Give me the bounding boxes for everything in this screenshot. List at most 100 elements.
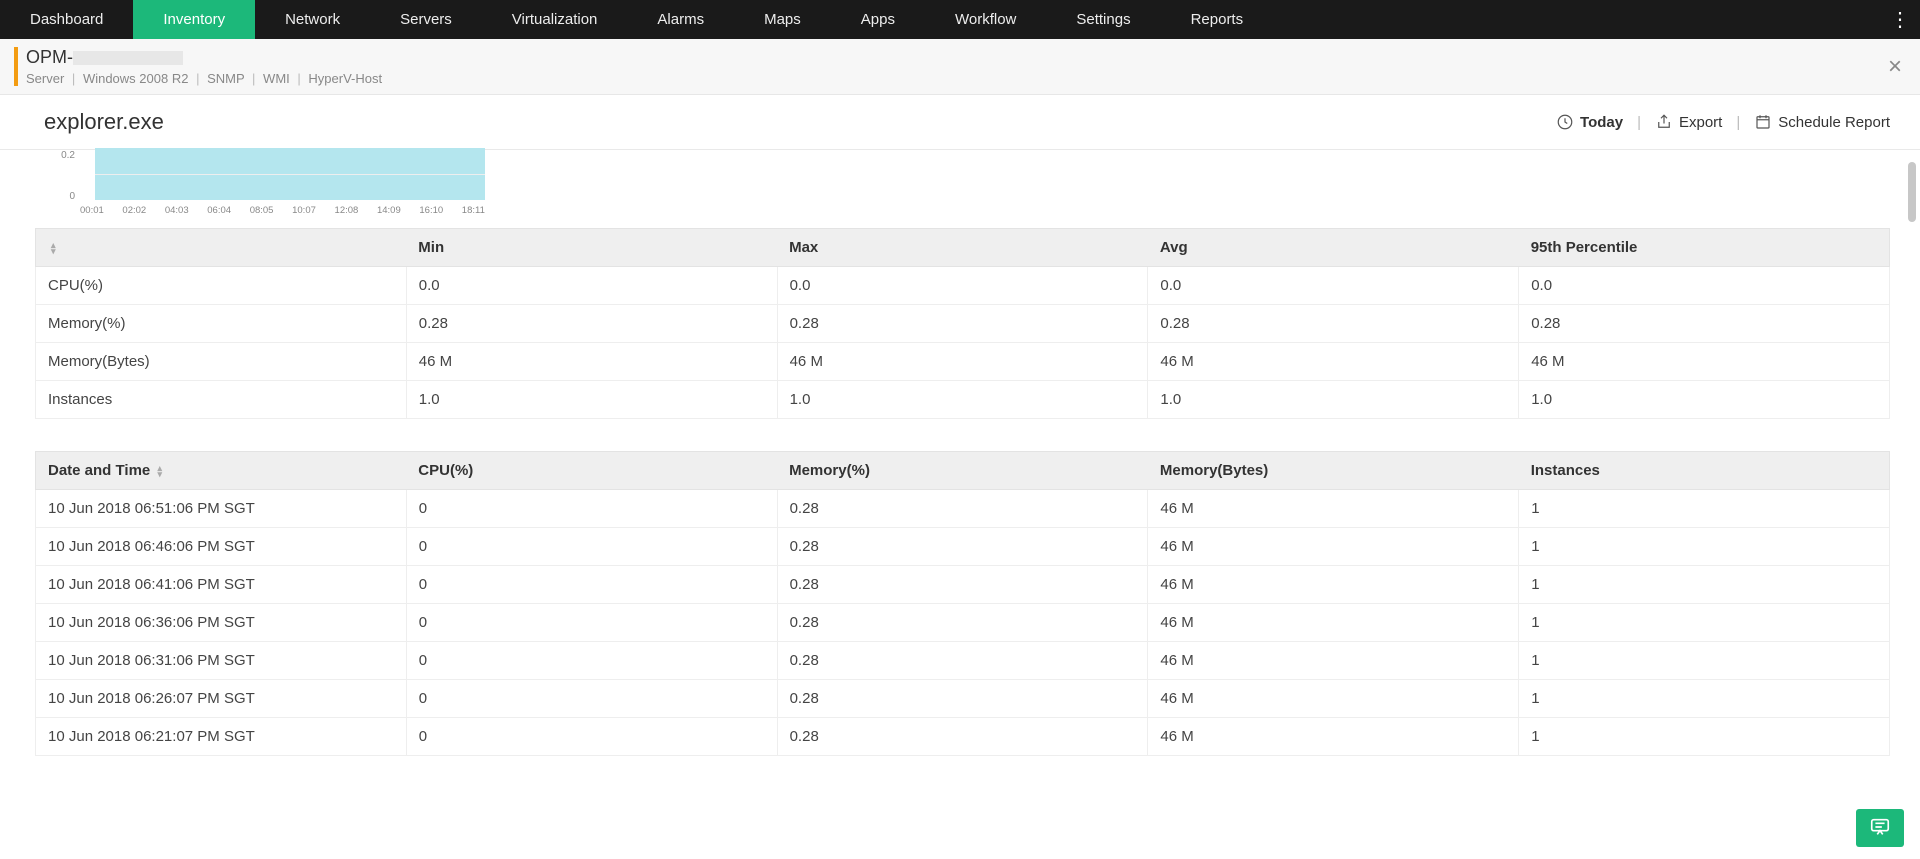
subheader: OPM- Server | Windows 2008 R2 | SNMP | W…	[0, 39, 1920, 95]
col-avg[interactable]: Avg	[1148, 229, 1519, 267]
cell-dt: 10 Jun 2018 06:51:06 PM SGT	[36, 490, 407, 528]
cell-memb: 46 M	[1148, 490, 1519, 528]
nav-dashboard[interactable]: Dashboard	[0, 0, 133, 39]
cell-min: 0.0	[406, 267, 777, 305]
close-icon[interactable]: ×	[1888, 55, 1902, 79]
schedule-report-button[interactable]: Schedule Report	[1754, 113, 1890, 131]
cell-cpu: 0	[406, 604, 777, 642]
xtick: 06:04	[207, 205, 231, 216]
table-row: 10 Jun 2018 06:46:06 PM SGT00.2846 M1	[36, 528, 1890, 566]
nav-alarms[interactable]: Alarms	[627, 0, 734, 39]
cell-p95: 46 M	[1519, 343, 1890, 381]
chat-icon	[1868, 816, 1892, 841]
col-cpu[interactable]: CPU(%)	[406, 452, 777, 490]
cell-inst: 1	[1519, 490, 1890, 528]
cell-inst: 1	[1519, 528, 1890, 566]
col-min[interactable]: Min	[406, 229, 777, 267]
cell-memb: 46 M	[1148, 604, 1519, 642]
chat-fab[interactable]	[1856, 809, 1904, 847]
cell-metric: Memory(Bytes)	[36, 343, 407, 381]
cell-mem: 0.28	[777, 604, 1148, 642]
nav-maps[interactable]: Maps	[734, 0, 831, 39]
col-memory-pct[interactable]: Memory(%)	[777, 452, 1148, 490]
export-icon	[1655, 113, 1673, 131]
xtick: 14:09	[377, 205, 401, 216]
meta-server: Server	[26, 71, 64, 86]
cell-cpu: 0	[406, 490, 777, 528]
nav-network[interactable]: Network	[255, 0, 370, 39]
cell-inst: 1	[1519, 642, 1890, 680]
xtick: 00:01	[80, 205, 104, 216]
cell-p95: 1.0	[1519, 381, 1890, 419]
nav-virtualization[interactable]: Virtualization	[482, 0, 628, 39]
kebab-menu-icon[interactable]: ⋮	[1880, 0, 1920, 39]
cell-max: 0.28	[777, 305, 1148, 343]
cell-cpu: 0	[406, 642, 777, 680]
cell-cpu: 0	[406, 528, 777, 566]
calendar-icon	[1754, 113, 1772, 131]
cell-mem: 0.28	[777, 680, 1148, 718]
meta-os: Windows 2008 R2	[83, 71, 189, 86]
cell-dt: 10 Jun 2018 06:36:06 PM SGT	[36, 604, 407, 642]
nav-reports[interactable]: Reports	[1161, 0, 1274, 39]
cell-inst: 1	[1519, 718, 1890, 756]
table-row: 10 Jun 2018 06:26:07 PM SGT00.2846 M1	[36, 680, 1890, 718]
page-bar: explorer.exe Today | Export | Schedule R…	[0, 95, 1920, 150]
content-area: 0.2 0 00:01 02:02 04:03 06:04 08:05 10:0…	[0, 150, 1920, 756]
cell-max: 0.0	[777, 267, 1148, 305]
cell-p95: 0.28	[1519, 305, 1890, 343]
xtick: 16:10	[419, 205, 443, 216]
nav-servers[interactable]: Servers	[370, 0, 482, 39]
page-actions: Today | Export | Schedule Report	[1556, 113, 1890, 131]
detail-table: Date and Time ▴▾ CPU(%) Memory(%) Memory…	[35, 451, 1890, 756]
page-title: explorer.exe	[44, 109, 164, 135]
xtick: 02:02	[122, 205, 146, 216]
col-max[interactable]: Max	[777, 229, 1148, 267]
cell-mem: 0.28	[777, 642, 1148, 680]
device-meta: Server | Windows 2008 R2 | SNMP | WMI | …	[26, 71, 1900, 86]
col-p95[interactable]: 95th Percentile	[1519, 229, 1890, 267]
cell-memb: 46 M	[1148, 528, 1519, 566]
nav-apps[interactable]: Apps	[831, 0, 925, 39]
table-row: Instances1.01.01.01.0	[36, 381, 1890, 419]
table-row: 10 Jun 2018 06:21:07 PM SGT00.2846 M1	[36, 718, 1890, 756]
cell-avg: 1.0	[1148, 381, 1519, 419]
schedule-report-label: Schedule Report	[1778, 114, 1890, 131]
col-memory-bytes[interactable]: Memory(Bytes)	[1148, 452, 1519, 490]
table-row: CPU(%)0.00.00.00.0	[36, 267, 1890, 305]
table-header-row: Date and Time ▴▾ CPU(%) Memory(%) Memory…	[36, 452, 1890, 490]
cell-metric: CPU(%)	[36, 267, 407, 305]
cell-max: 1.0	[777, 381, 1148, 419]
device-title-redacted	[73, 51, 183, 65]
cell-mem: 0.28	[777, 718, 1148, 756]
export-button[interactable]: Export	[1655, 113, 1722, 131]
cell-metric: Memory(%)	[36, 305, 407, 343]
table-row: Memory(Bytes)46 M46 M46 M46 M	[36, 343, 1890, 381]
cell-max: 46 M	[777, 343, 1148, 381]
cell-mem: 0.28	[777, 528, 1148, 566]
nav-workflow[interactable]: Workflow	[925, 0, 1046, 39]
cell-min: 0.28	[406, 305, 777, 343]
sort-icon: ▴▾	[51, 242, 56, 254]
col-datetime[interactable]: Date and Time ▴▾	[36, 452, 407, 490]
col-metric[interactable]: ▴▾	[36, 229, 407, 267]
cell-inst: 1	[1519, 680, 1890, 718]
export-label: Export	[1679, 114, 1722, 131]
chart-xticks: 00:01 02:02 04:03 06:04 08:05 10:07 12:0…	[80, 205, 485, 216]
scrollbar[interactable]	[1908, 162, 1916, 222]
meta-wmi: WMI	[263, 71, 290, 86]
chart: 0.2 0 00:01 02:02 04:03 06:04 08:05 10:0…	[35, 150, 1890, 218]
stats-table: ▴▾ Min Max Avg 95th Percentile CPU(%)0.0…	[35, 228, 1890, 419]
cell-dt: 10 Jun 2018 06:21:07 PM SGT	[36, 718, 407, 756]
cell-min: 1.0	[406, 381, 777, 419]
cell-mem: 0.28	[777, 490, 1148, 528]
xtick: 18:11	[462, 205, 485, 216]
nav-inventory[interactable]: Inventory	[133, 0, 255, 39]
time-range-picker[interactable]: Today	[1556, 113, 1623, 131]
col-instances[interactable]: Instances	[1519, 452, 1890, 490]
table-row: 10 Jun 2018 06:36:06 PM SGT00.2846 M1	[36, 604, 1890, 642]
accent-bar	[14, 47, 18, 86]
cell-inst: 1	[1519, 604, 1890, 642]
table-row: 10 Jun 2018 06:51:06 PM SGT00.2846 M1	[36, 490, 1890, 528]
nav-settings[interactable]: Settings	[1046, 0, 1160, 39]
